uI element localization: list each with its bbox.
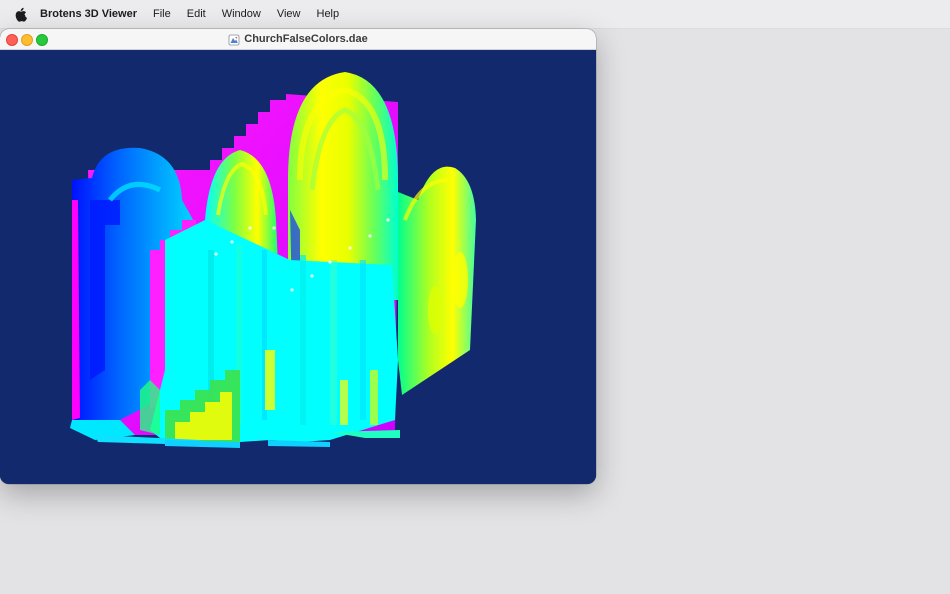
window-title: ChurchFalseColors.dae <box>0 29 596 49</box>
church-model-render <box>70 72 476 448</box>
apple-logo-icon[interactable] <box>0 7 40 22</box>
viewer-window: ChurchFalseColors.dae <box>0 29 596 484</box>
dae-document-icon <box>228 33 240 46</box>
menu-view[interactable]: View <box>269 0 309 28</box>
window-titlebar[interactable]: ChurchFalseColors.dae <box>0 29 596 50</box>
menu-bar: Brotens 3D Viewer File Edit Window View … <box>0 0 950 29</box>
menu-window[interactable]: Window <box>214 0 269 28</box>
menu-file[interactable]: File <box>145 0 179 28</box>
3d-viewport[interactable] <box>0 50 596 484</box>
menu-app-name[interactable]: Brotens 3D Viewer <box>40 0 145 28</box>
menu-edit[interactable]: Edit <box>179 0 214 28</box>
window-title-text: ChurchFalseColors.dae <box>244 33 368 45</box>
menu-help[interactable]: Help <box>309 0 348 28</box>
